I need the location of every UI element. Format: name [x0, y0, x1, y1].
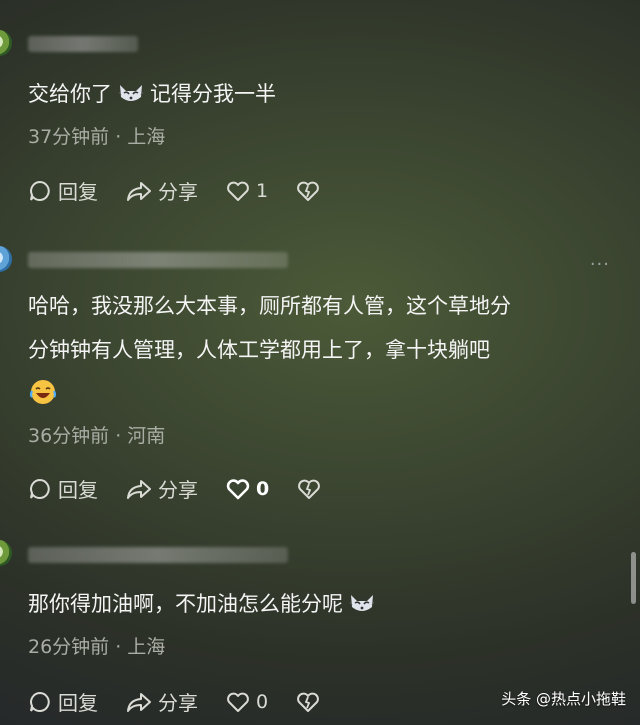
comment-actions: 回复 分享 0 — [28, 687, 354, 716]
reply-label: 回复 — [58, 180, 98, 204]
comment-text-line: 哈哈，我没那么大本事，厕所都有人管，这个草地分 — [28, 294, 511, 318]
heart-icon — [227, 692, 249, 712]
avatar[interactable] — [0, 246, 12, 272]
cat-emoji-icon — [118, 85, 144, 101]
comment-text: 交给你了 记得分我一半 — [28, 72, 276, 116]
comment-actions: 回复 分享 1 — [28, 176, 354, 205]
reply-button[interactable]: 回复 — [28, 687, 98, 716]
cat-emoji-icon — [349, 595, 375, 611]
broken-heart-icon — [297, 692, 319, 712]
share-label: 分享 — [158, 180, 198, 204]
comment-text-part: 那你得加油啊，不加油怎么能分呢 — [28, 592, 343, 616]
reply-button[interactable]: 回复 — [28, 176, 98, 205]
comment-meta: 37分钟前 · 上海 — [28, 126, 166, 148]
reply-icon — [30, 478, 50, 499]
like-button[interactable]: 0 — [226, 691, 268, 713]
broken-heart-icon — [298, 479, 321, 499]
comment-actions: 回复 分享 0 — [28, 474, 355, 503]
heart-icon — [226, 478, 250, 499]
comment-text: 哈哈，我没那么大本事，厕所都有人管，这个草地分 分钟钟有人管理，人体工学都用上了… — [28, 284, 511, 416]
comment-text-part: 交给你了 — [28, 82, 112, 106]
broken-heart-icon — [297, 181, 319, 201]
comment-meta: 26分钟前 · 上海 — [28, 636, 166, 658]
like-count: 1 — [256, 179, 269, 202]
share-label: 分享 — [158, 691, 198, 715]
share-icon — [127, 479, 151, 499]
share-button[interactable]: 分享 — [126, 474, 198, 503]
like-button[interactable]: 1 — [226, 180, 268, 202]
reply-label: 回复 — [58, 478, 98, 502]
share-icon — [127, 181, 151, 201]
share-label: 分享 — [158, 478, 198, 502]
comment-text-line: 分钟钟有人管理，人体工学都用上了，拿十块躺吧 — [28, 338, 490, 362]
reply-button[interactable]: 回复 — [28, 474, 98, 503]
share-icon — [127, 692, 151, 712]
more-options-icon[interactable]: ··· — [590, 254, 610, 275]
avatar[interactable] — [0, 30, 12, 56]
comment-text-part: 记得分我一半 — [150, 82, 276, 106]
watermark: 头条 @热点小拖鞋 — [501, 690, 626, 708]
scrollbar[interactable] — [631, 552, 636, 604]
username-obscured[interactable] — [28, 252, 288, 268]
dislike-button[interactable] — [297, 478, 327, 500]
reply-icon — [30, 180, 50, 201]
dislike-button[interactable] — [296, 180, 326, 202]
reply-label: 回复 — [58, 691, 98, 715]
heart-icon — [227, 181, 249, 201]
share-button[interactable]: 分享 — [126, 176, 198, 205]
comment-text: 那你得加油啊，不加油怎么能分呢 — [28, 582, 381, 626]
username-obscured[interactable] — [28, 547, 288, 563]
dislike-button[interactable] — [296, 691, 326, 713]
reply-icon — [30, 691, 50, 712]
comment-meta: 36分钟前 · 河南 — [28, 425, 166, 447]
share-button[interactable]: 分享 — [126, 687, 198, 716]
avatar[interactable] — [0, 540, 12, 566]
laughing-emoji-icon — [29, 380, 57, 404]
like-count: 0 — [256, 477, 270, 500]
like-count: 0 — [256, 690, 269, 713]
username-obscured[interactable] — [28, 36, 138, 52]
like-button[interactable]: 0 — [226, 478, 269, 500]
